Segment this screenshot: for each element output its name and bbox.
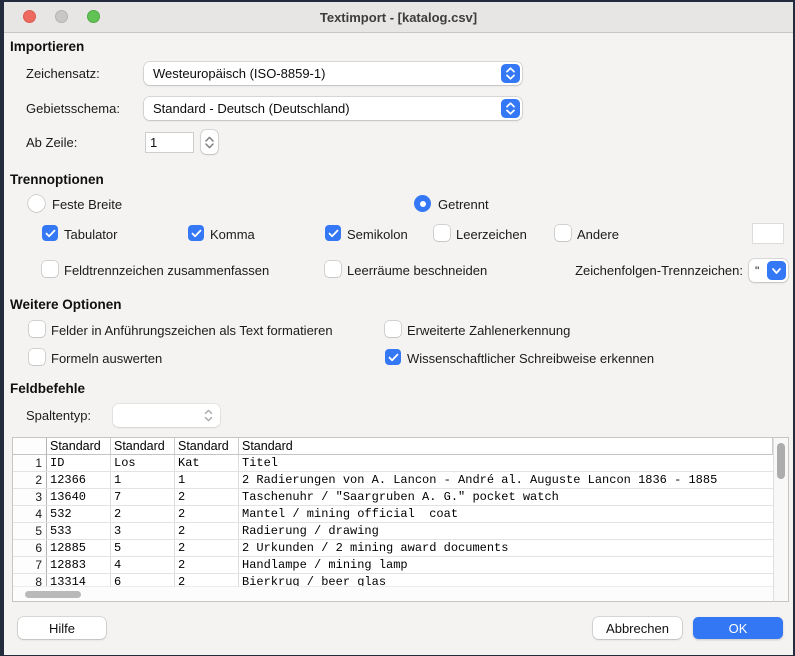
from-row-label: Ab Zeile: <box>26 135 77 150</box>
check-icon <box>325 225 341 241</box>
radio-circle <box>28 195 45 212</box>
charset-label: Zeichensatz: <box>26 66 100 81</box>
preview-table[interactable]: Standard Standard Standard Standard 1 ID… <box>12 437 774 602</box>
chevron-up-down-icon <box>204 409 213 422</box>
locale-label: Gebietsschema: <box>26 101 120 116</box>
cancel-button[interactable]: Abbrechen <box>593 617 682 639</box>
chevron-down-icon <box>767 261 786 280</box>
column-type-select[interactable] <box>113 404 220 427</box>
column-header-row: Standard Standard Standard Standard <box>13 438 773 455</box>
ok-button[interactable]: OK <box>693 617 783 639</box>
radio-circle-selected <box>414 195 431 212</box>
section-title-separator: Trennoptionen <box>10 172 104 187</box>
string-delimiter-combo[interactable]: " <box>749 259 788 282</box>
chevron-up-down-icon <box>501 64 520 83</box>
table-row: 3 13640 7 2 Taschenuhr / "Saargruben A. … <box>13 489 773 506</box>
vertical-scrollbar[interactable] <box>773 437 789 602</box>
horizontal-scrollbar[interactable] <box>13 586 773 601</box>
column-header[interactable]: Standard <box>111 438 175 454</box>
locale-select[interactable]: Standard - Deutsch (Deutschland) <box>144 97 522 120</box>
table-row: 2 12366 1 1 2 Radierungen von A. Lancon … <box>13 472 773 489</box>
textimport-dialog: Textimport - [katalog.csv] Importieren Z… <box>4 2 793 655</box>
column-header[interactable]: Standard <box>175 438 239 454</box>
column-type-label: Spaltentyp: <box>26 408 91 423</box>
column-header[interactable]: Standard <box>47 438 111 454</box>
titlebar: Textimport - [katalog.csv] <box>4 2 793 33</box>
chevron-up-down-icon <box>501 99 520 118</box>
section-title-import: Importieren <box>10 39 84 54</box>
from-row-stepper[interactable] <box>201 130 218 154</box>
table-row: 5 533 3 2 Radierung / drawing <box>13 523 773 540</box>
charset-select[interactable]: Westeuropäisch (ISO-8859-1) <box>144 62 522 85</box>
section-title-fields: Feldbefehle <box>10 381 85 396</box>
table-row: 4 532 2 2 Mantel / mining official coat <box>13 506 773 523</box>
window-title: Textimport - [katalog.csv] <box>4 10 793 25</box>
corner-cell <box>13 438 47 454</box>
string-delimiter-label: Zeichenfolgen-Trennzeichen: <box>547 263 743 278</box>
other-separator-input[interactable] <box>752 223 784 244</box>
vertical-scrollbar-thumb[interactable] <box>777 443 785 479</box>
check-icon <box>42 225 58 241</box>
table-row: 7 12883 4 2 Handlampe / mining lamp <box>13 557 773 574</box>
check-icon <box>385 349 401 365</box>
table-row: 1 ID Los Kat Titel <box>13 455 773 472</box>
column-header[interactable]: Standard <box>239 438 773 454</box>
check-icon <box>188 225 204 241</box>
section-title-other-options: Weitere Optionen <box>10 297 122 312</box>
from-row-input[interactable] <box>145 132 194 153</box>
table-row: 6 12885 5 2 2 Urkunden / 2 mining award … <box>13 540 773 557</box>
help-button[interactable]: Hilfe <box>18 617 106 639</box>
horizontal-scrollbar-thumb[interactable] <box>25 591 81 598</box>
